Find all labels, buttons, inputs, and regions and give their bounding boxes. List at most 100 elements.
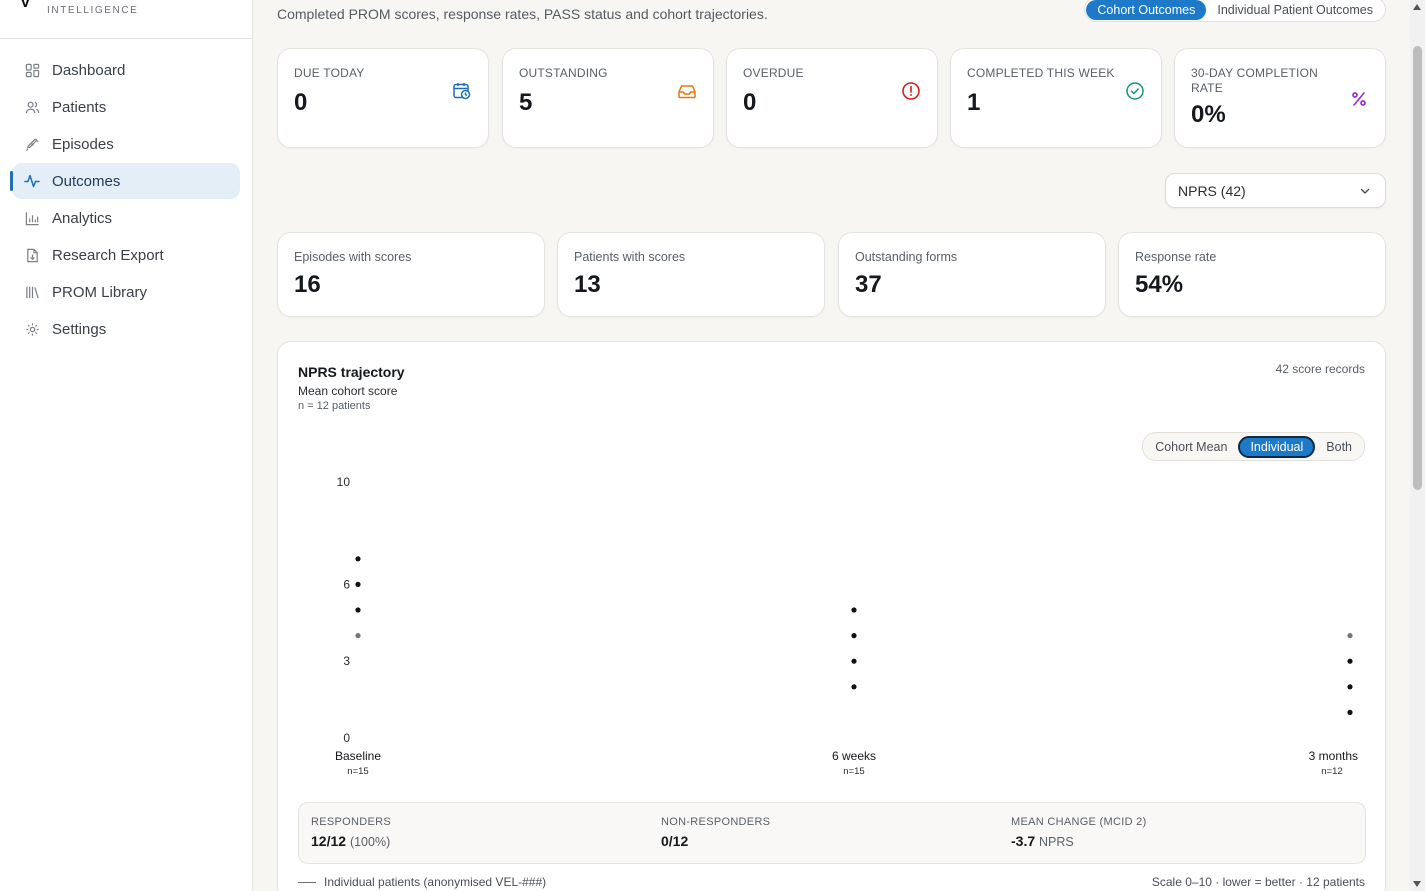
sidebar-item-analytics[interactable]: Analytics [12,200,240,236]
stat-label: Response rate [1135,250,1217,264]
chart-subtitle: Mean cohort score [298,384,398,398]
sidebar-item-outcomes[interactable]: Outcomes [10,163,240,199]
data-point [355,581,361,587]
kpi-value: 0 [294,89,308,116]
scrollbar-thumb[interactable] [1413,46,1422,490]
tab-individual-patient-outcomes[interactable]: Individual Patient Outcomes [1206,0,1384,20]
check-circle-icon [1125,81,1145,101]
kpi-value: 0% [1191,101,1226,128]
mean-change-unit: NPRS [1039,835,1074,849]
inbox-icon [677,81,697,101]
users-icon [24,99,40,115]
chevron-down-icon [1359,184,1371,196]
data-point [851,684,857,690]
main-content: Completed PROM scores, response rates, P… [253,0,1410,891]
responders-block: RESPONDERS 12/12 (100%) [311,816,391,849]
x-tick-label: 6 weeks [832,749,876,763]
chart-title: NPRS trajectory [298,364,405,380]
scroll-up-arrow-icon[interactable] [1413,4,1421,10]
legend-line-swatch [298,881,316,883]
kpi-value: 0 [743,89,757,116]
sidebar-item-settings[interactable]: Settings [12,311,240,347]
stat-patients-with-scores: Patients with scores 13 [557,232,825,317]
kpi-overdue: OVERDUE 0 [726,48,938,148]
page-scrollbar[interactable] [1410,0,1425,891]
sidebar-item-label: Settings [52,320,107,338]
measure-select-value: NPRS (42) [1178,182,1246,199]
kpi-label: COMPLETED THIS WEEK [967,66,1115,80]
data-point [355,607,361,613]
x-tick-label: Baseline [335,749,381,763]
brand-name: INTELLIGENCE [47,5,139,16]
sidebar-item-label: Outcomes [52,172,121,190]
x-tick-n-label: n=15 [347,766,368,777]
mean-change-value-row: -3.7 NPRS [1011,833,1147,849]
percent-icon [1349,89,1369,109]
legend-label: Individual patients (anonymised VEL-###) [324,875,547,889]
sidebar-item-label: Analytics [52,209,113,227]
stat-value: 16 [294,271,321,298]
kpi-label: OUTSTANDING [519,66,608,80]
view-individual[interactable]: Individual [1238,435,1316,458]
file-export-icon [24,247,40,263]
sidebar-item-patients[interactable]: Patients [12,89,240,125]
y-tick-label: 10 [337,475,351,489]
trajectory-plot: 0 3 6 10 Baseline n=15 6 weeks n=15 3 months n=12 [335,475,1358,777]
data-point [1347,658,1353,664]
data-point [851,658,857,664]
sidebar-item-label: Research Export [52,246,164,264]
sidebar-item-dashboard[interactable]: Dashboard [12,52,240,88]
bar-chart-icon [24,210,40,226]
stat-value: 37 [855,271,882,298]
non-responders-value: 0/12 [661,833,689,849]
sidebar-item-prom-library[interactable]: PROM Library [12,274,240,310]
kpi-outstanding: OUTSTANDING 5 [502,48,714,148]
stat-label: Episodes with scores [294,250,412,264]
responders-label: RESPONDERS [311,816,392,828]
gear-icon [24,321,40,337]
y-tick-label: 3 [343,654,350,668]
y-tick-label: 6 [343,577,350,591]
tab-cohort-outcomes[interactable]: Cohort Outcomes [1086,0,1207,20]
data-point [1347,633,1353,639]
kpi-value: 1 [967,89,981,116]
sidebar-item-label: Patients [52,98,107,116]
sidebar-item-label: PROM Library [52,283,148,301]
responder-summary: RESPONDERS 12/12 (100%) NON-RESPONDERS 0… [298,802,1366,864]
kpi-label: DUE TODAY [294,66,365,80]
mean-change-value: -3.7 [1011,833,1036,849]
sidebar-nav: Dashboard Patients Episodes Outcomes Ana… [0,39,252,347]
responders-percent: (100%) [349,835,391,849]
data-point [355,633,361,639]
stat-outstanding-forms: Outstanding forms 37 [838,232,1106,317]
stat-label: Patients with scores [574,250,686,264]
stat-value: 54% [1135,271,1184,298]
measure-select[interactable]: NPRS (42) [1165,173,1386,208]
scroll-down-arrow-icon[interactable] [1413,881,1421,887]
chart-n-patients: n = 12 patients [298,400,371,412]
sidebar-item-research-export[interactable]: Research Export [12,237,240,273]
data-point [1347,684,1353,690]
sidebar: V INTELLIGENCE Dashboard Patients Episod… [0,0,253,891]
syringe-icon [24,136,40,152]
score-records-count: 42 score records [1275,362,1365,376]
page-subtitle: Completed PROM scores, response rates, P… [277,6,768,22]
stat-response-rate: Response rate 54% [1118,232,1386,317]
activity-icon [24,173,40,189]
scale-note: Scale 0–10 · lower = better · 12 patient… [1151,875,1365,889]
kpi-30-day-completion-rate: 30-DAY COMPLETION RATE 0% [1174,48,1386,148]
stat-label: Outstanding forms [855,250,958,264]
brand-logo: V [20,0,31,11]
sidebar-item-episodes[interactable]: Episodes [12,126,240,162]
view-cohort-mean[interactable]: Cohort Mean [1144,436,1238,458]
responders-value: 12/12 [311,833,347,849]
view-both[interactable]: Both [1315,436,1363,458]
chart-view-toggle: Cohort Mean Individual Both [1142,432,1365,461]
outcomes-view-toggle: Cohort Outcomes Individual Patient Outco… [1084,0,1386,22]
kpi-due-today: DUE TODAY 0 [277,48,489,148]
mean-change-block: MEAN CHANGE (MCID 2) -3.7 NPRS [1011,816,1147,849]
stat-episodes-with-scores: Episodes with scores 16 [277,232,545,317]
trajectory-card: NPRS trajectory Mean cohort score n = 12… [277,341,1386,891]
library-icon [24,284,40,300]
data-point [851,607,857,613]
